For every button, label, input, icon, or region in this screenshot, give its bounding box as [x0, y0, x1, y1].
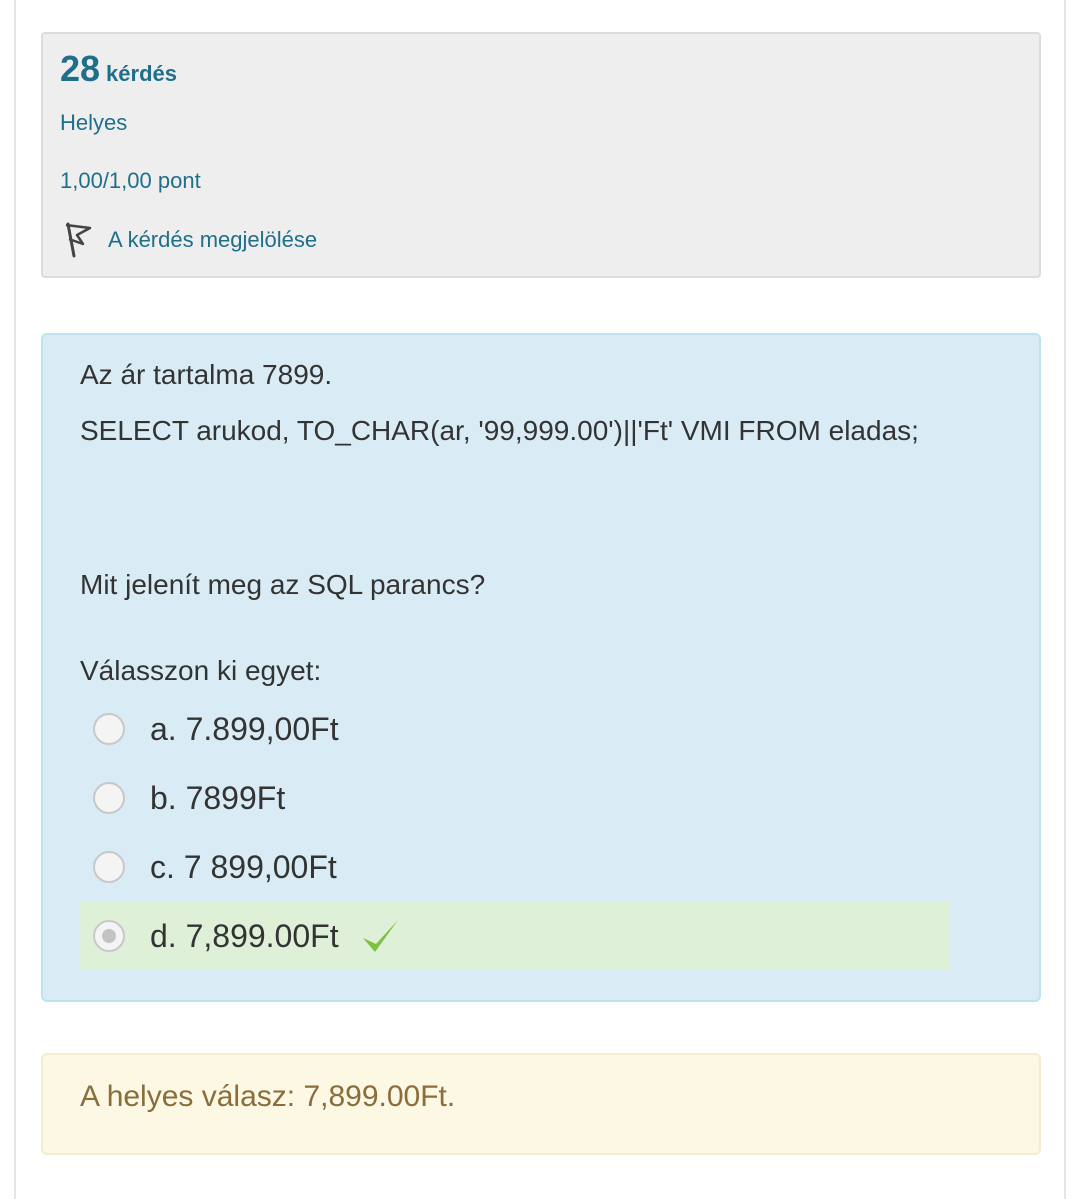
question-state: Helyes	[60, 110, 128, 135]
radio-button-selected[interactable]	[93, 920, 125, 952]
question-text-line: Az ár tartalma 7899.	[80, 359, 333, 390]
question-number-word: kérdés	[106, 61, 177, 86]
answer-label: b. 7899Ft	[150, 779, 286, 816]
answer-option-a[interactable]: a. 7.899,00Ft	[80, 695, 950, 763]
right-answer-text: A helyes válasz: 7,899.00Ft.	[80, 1080, 456, 1113]
question-number: 28 kérdés	[60, 48, 177, 90]
answer-option-d[interactable]: d. 7,899.00Ft	[80, 902, 950, 970]
radio-button[interactable]	[93, 782, 125, 814]
question-grade: 1,00/1,00 pont	[60, 168, 201, 193]
flag-icon	[65, 222, 92, 258]
answer-label: a. 7.899,00Ft	[150, 710, 339, 747]
check-icon	[362, 920, 398, 952]
question-sql-text: SELECT arukod, TO_CHAR(ar, '99,999.00')|…	[80, 415, 919, 446]
answer-prompt: Válasszon ki egyet:	[80, 655, 322, 686]
radio-button[interactable]	[93, 851, 125, 883]
question-info-panel: 28 kérdés Helyes 1,00/1,00 pont A kérdés …	[41, 32, 1041, 278]
flag-question-label: A kérdés megjelölése	[108, 227, 318, 252]
answer-option-b[interactable]: b. 7899Ft	[80, 764, 950, 832]
feedback-panel: A helyes válasz: 7,899.00Ft.	[41, 1053, 1041, 1155]
answer-label: d. 7,899.00Ft	[150, 917, 339, 954]
radio-button[interactable]	[93, 713, 125, 745]
question-text-line: Mit jelenít meg az SQL parancs?	[80, 569, 486, 600]
question-content-panel: Az ár tartalma 7899. SELECT arukod, TO_C…	[41, 333, 1041, 1002]
answer-label: c. 7 899,00Ft	[150, 848, 337, 885]
flag-question-link[interactable]: A kérdés megjelölése	[60, 220, 317, 260]
question-number-value: 28	[60, 48, 101, 89]
answer-option-c[interactable]: c. 7 899,00Ft	[80, 833, 950, 901]
